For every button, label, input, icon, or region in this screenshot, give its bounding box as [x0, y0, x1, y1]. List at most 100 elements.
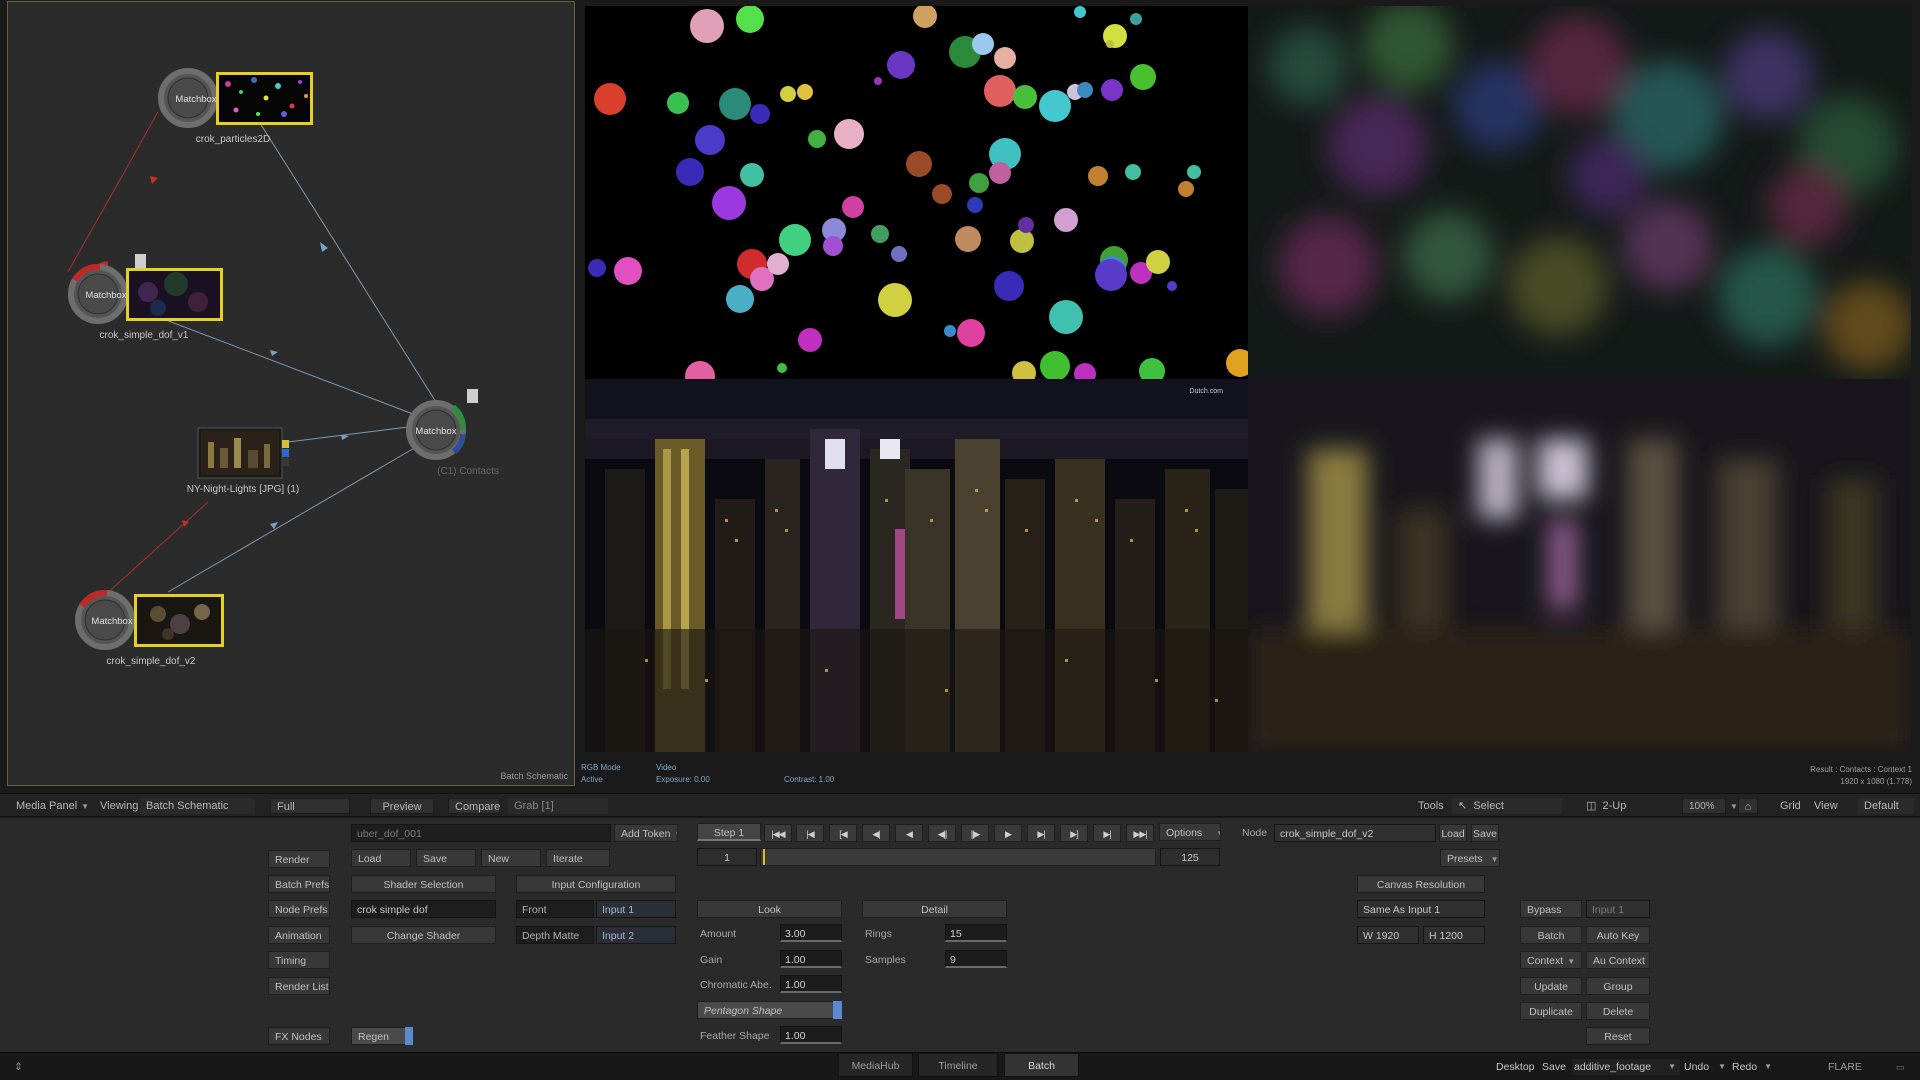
desktop-button[interactable]: Desktop	[1496, 1059, 1535, 1075]
node-ny-night-lights-clip[interactable]	[197, 427, 289, 479]
add-token-button[interactable]: Add Token▼	[614, 824, 678, 842]
node-save-button[interactable]: Save	[1471, 824, 1499, 842]
connection-line	[67, 111, 159, 273]
duplicate-button[interactable]: Duplicate	[1520, 1002, 1582, 1020]
input-configuration-button[interactable]: Input Configuration	[516, 875, 676, 893]
batch-button[interactable]: Batch	[1520, 926, 1582, 944]
home-icon[interactable]: ⌂	[1738, 798, 1758, 814]
animation-button[interactable]: Animation	[268, 926, 330, 944]
options-button[interactable]: Options ▼	[1159, 823, 1221, 841]
note-icon[interactable]	[467, 389, 478, 403]
canvas-resolution-button[interactable]: Canvas Resolution	[1357, 875, 1485, 893]
reset-button[interactable]: Reset	[1586, 1027, 1650, 1045]
undo-button[interactable]: Undo ▼	[1684, 1059, 1726, 1075]
step-forward-button[interactable]: ||▶	[961, 824, 989, 842]
new-setup-button[interactable]: New	[481, 849, 541, 867]
feather-shape-field[interactable]: 1.00	[780, 1026, 842, 1044]
compare-button[interactable]: Compare	[448, 798, 500, 814]
note-icon[interactable]	[135, 254, 146, 268]
context-button[interactable]: Context ▼	[1520, 951, 1582, 969]
keyboard-icon[interactable]: ▭	[1896, 1059, 1905, 1075]
select-tool-button[interactable]: ↖ Select	[1452, 798, 1562, 814]
previous-keyframe-button[interactable]: |◀	[796, 824, 824, 842]
detail-tab[interactable]: Detail	[862, 900, 1007, 918]
node-prefs-button[interactable]: Node Prefs	[268, 900, 330, 918]
view-mode-select[interactable]: Default	[1858, 798, 1914, 814]
frame-start-field[interactable]: 1	[697, 848, 757, 866]
go-to-end-button[interactable]: ▶▶|	[1126, 824, 1154, 842]
node-badge: Matchbox	[85, 290, 126, 301]
render-button[interactable]: Render	[268, 850, 330, 868]
layout-button[interactable]: ◫ 2-Up	[1580, 798, 1632, 814]
grab-button[interactable]: Grab [1]	[508, 798, 608, 814]
group-button[interactable]: Group	[1586, 977, 1650, 995]
bypass-input-select[interactable]: Input 1	[1586, 900, 1650, 918]
grid-button[interactable]: Grid	[1774, 798, 1807, 814]
presets-button[interactable]: Presets ▼	[1440, 849, 1500, 867]
viewer-2up[interactable]: Dutch.com	[585, 6, 1911, 752]
previous-mark-button[interactable]: ◀|	[862, 824, 890, 842]
view-button[interactable]: View	[1808, 798, 1844, 814]
au-context-button[interactable]: Au Context	[1586, 951, 1650, 969]
viewport-particles[interactable]	[585, 6, 1248, 379]
load-setup-button[interactable]: Load	[351, 849, 411, 867]
media-panel-button[interactable]: Media Panel ▼	[10, 798, 95, 814]
render-list-button[interactable]: Render List	[268, 977, 330, 995]
save-project-button[interactable]: Save	[1542, 1059, 1566, 1075]
amount-field[interactable]: 3.00	[780, 924, 842, 942]
look-tab[interactable]: Look	[697, 900, 842, 918]
step-backward-button[interactable]: ◀||	[928, 824, 956, 842]
playhead[interactable]	[763, 849, 765, 865]
frame-end-field[interactable]: 125	[1160, 848, 1220, 866]
shader-name-field[interactable]: crok simple dof	[351, 900, 496, 918]
next-mark-button[interactable]: ▶|	[1027, 824, 1055, 842]
setup-name-field[interactable]: uber_dof_001	[351, 824, 611, 842]
go-to-start-button[interactable]: |◀◀	[764, 824, 792, 842]
play-backward-button[interactable]: ◀	[895, 824, 923, 842]
resolution-preset-select[interactable]: Same As Input 1	[1357, 900, 1485, 918]
batch-schematic-panel[interactable]: Matchbox crok_particles2D Matchbox crok_…	[7, 1, 575, 786]
auto-key-button[interactable]: Auto Key	[1586, 926, 1650, 944]
project-select[interactable]: additive_footage ▼	[1572, 1059, 1680, 1075]
viewport-particles-blurred[interactable]	[1248, 6, 1911, 379]
shader-selection-button[interactable]: Shader Selection	[351, 875, 496, 893]
iterate-button[interactable]: Iterate	[546, 849, 610, 867]
tab-mediahub[interactable]: MediaHub	[838, 1053, 913, 1077]
viewport-city-blurred[interactable]	[1248, 379, 1911, 752]
expand-icon[interactable]: ⇕	[14, 1059, 23, 1075]
step-button[interactable]: Step 1	[697, 823, 761, 841]
timing-button[interactable]: Timing	[268, 951, 330, 969]
fx-nodes-button[interactable]: FX Nodes	[268, 1027, 330, 1045]
play-forward-button[interactable]: ▶	[994, 824, 1022, 842]
node-load-button[interactable]: Load	[1439, 824, 1467, 842]
tab-timeline[interactable]: Timeline	[918, 1053, 998, 1077]
preview-button[interactable]: Preview	[370, 798, 434, 814]
update-button[interactable]: Update	[1520, 977, 1582, 995]
input-depth-matte-select[interactable]: Input 2	[596, 926, 676, 944]
save-setup-button[interactable]: Save	[416, 849, 476, 867]
delete-button[interactable]: Delete	[1586, 1002, 1650, 1020]
regen-button[interactable]: Regen	[351, 1027, 413, 1045]
go-to-in-point-button[interactable]: [◀	[829, 824, 857, 842]
full-resolution-button[interactable]: Full Resolution	[270, 798, 350, 829]
pentagon-shape-toggle[interactable]: Pentagon Shape	[697, 1001, 842, 1019]
rings-field[interactable]: 15	[945, 924, 1007, 942]
go-to-out-point-button[interactable]: ▶]	[1060, 824, 1088, 842]
samples-field[interactable]: 9	[945, 950, 1007, 968]
width-field[interactable]: W 1920	[1357, 926, 1419, 944]
gain-field[interactable]: 1.00	[780, 950, 842, 968]
batch-prefs-button[interactable]: Batch Prefs	[268, 875, 330, 893]
viewing-select[interactable]: Batch Schematic	[140, 798, 255, 814]
node-name-field[interactable]: crok_simple_dof_v2	[1274, 824, 1436, 842]
bypass-button[interactable]: Bypass	[1520, 900, 1582, 918]
timeline-scrubber[interactable]	[760, 848, 1156, 866]
redo-button[interactable]: Redo ▼	[1732, 1059, 1772, 1075]
chromatic-aberration-field[interactable]: 1.00	[780, 975, 842, 993]
viewport-city-sharp[interactable]: Dutch.com	[585, 379, 1248, 752]
schematic-canvas[interactable]: Matchbox crok_particles2D Matchbox crok_…	[8, 2, 576, 787]
tab-batch[interactable]: Batch	[1004, 1053, 1079, 1077]
height-field[interactable]: H 1200	[1423, 926, 1485, 944]
next-keyframe-button[interactable]: ▶|	[1093, 824, 1121, 842]
input-front-select[interactable]: Input 1	[596, 900, 676, 918]
change-shader-button[interactable]: Change Shader	[351, 926, 496, 944]
